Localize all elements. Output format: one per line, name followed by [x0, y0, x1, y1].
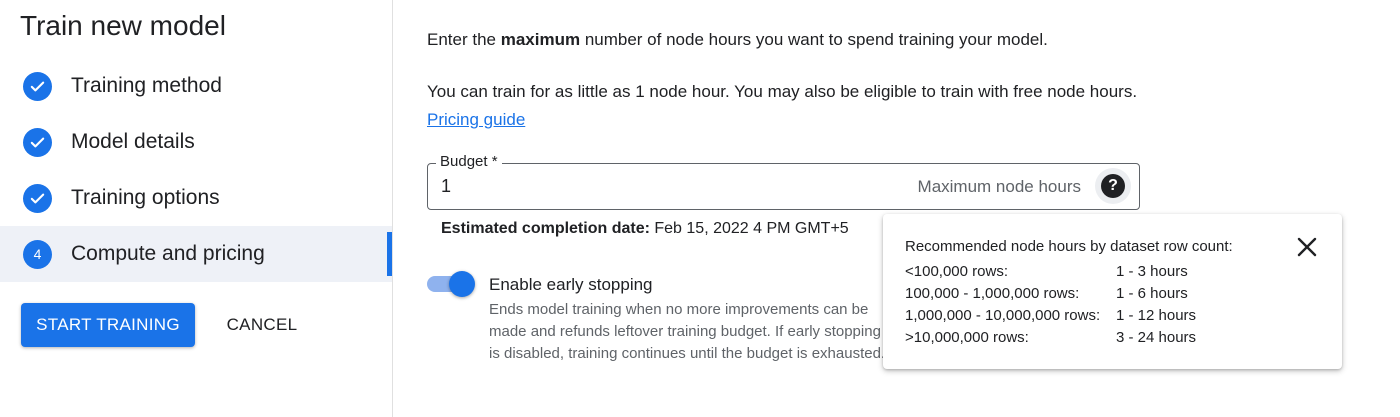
table-row: <100,000 rows: 1 - 3 hours [905, 262, 1188, 280]
estimated-completion: Estimated completion date: Feb 15, 2022 … [441, 220, 849, 238]
check-icon [23, 183, 52, 213]
start-training-button[interactable]: START TRAINING [21, 303, 195, 347]
pricing-guide-link[interactable]: Pricing guide [427, 110, 525, 129]
step-label: Model details [71, 130, 195, 153]
step-model-details[interactable]: Model details [0, 114, 392, 170]
budget-info-text: You can train for as little as 1 node ho… [427, 82, 1138, 129]
page-title: Train new model [20, 10, 226, 41]
estimated-completion-value: Feb 15, 2022 4 PM GMT+5 [654, 220, 849, 237]
close-icon[interactable] [1293, 233, 1321, 261]
step-training-method[interactable]: Training method [0, 58, 392, 114]
step-training-options[interactable]: Training options [0, 170, 392, 226]
table-row: 100,000 - 1,000,000 rows: 1 - 6 hours [905, 284, 1188, 302]
budget-intro-text: Enter the maximum number of node hours y… [427, 30, 1048, 49]
tooltip-title: Recommended node hours by dataset row co… [905, 238, 1233, 255]
step-label: Training options [71, 186, 220, 209]
table-row: >10,000,000 rows: 3 - 24 hours [905, 328, 1197, 346]
main-panel: Enter the maximum number of node hours y… [394, 0, 1400, 417]
budget-label: Budget * [436, 153, 502, 170]
stepper-sidebar: Train new model Training method Model de… [0, 0, 393, 417]
budget-field[interactable]: Budget * 1 Maximum node hours ? [427, 153, 1140, 210]
check-icon [23, 127, 52, 157]
intro-emphasis: maximum [500, 30, 581, 49]
step-label: Compute and pricing [71, 242, 265, 265]
step-number-badge: 4 [23, 239, 52, 269]
budget-unit-hint: Maximum node hours [917, 177, 1081, 196]
help-icon[interactable]: ? [1101, 174, 1125, 198]
early-stopping-label: Enable early stopping [489, 275, 653, 294]
early-stopping-toggle[interactable] [427, 271, 477, 297]
cancel-button[interactable]: CANCEL [214, 303, 310, 347]
step-compute-and-pricing[interactable]: 4 Compute and pricing [0, 226, 392, 282]
toggle-knob [449, 271, 475, 297]
early-stopping-description: Ends model training when no more improve… [489, 301, 886, 362]
table-row: 1,000,000 - 10,000,000 rows: 1 - 12 hour… [905, 306, 1197, 324]
budget-input[interactable]: 1 [441, 176, 451, 197]
node-hours-tooltip: Recommended node hours by dataset row co… [883, 214, 1342, 369]
estimated-completion-label: Estimated completion date: [441, 220, 650, 237]
step-label: Training method [71, 74, 222, 97]
check-icon [23, 71, 52, 101]
recommendation-table: <100,000 rows: 1 - 3 hours 100,000 - 1,0… [905, 260, 1196, 348]
